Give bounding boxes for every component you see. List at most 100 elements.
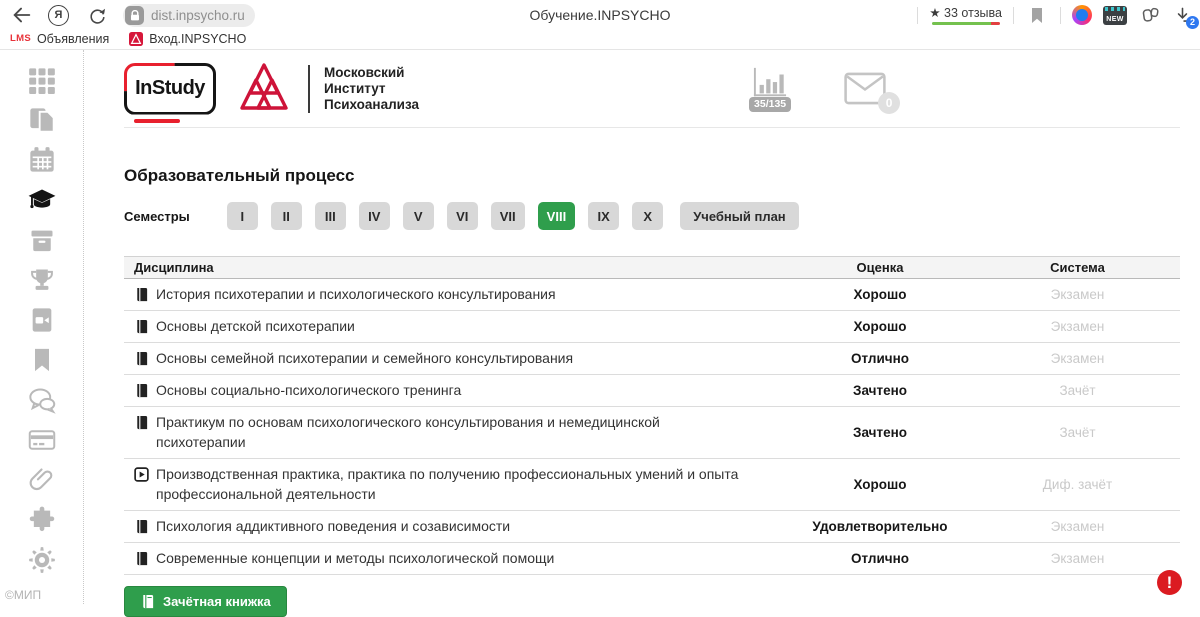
- book-icon: [140, 594, 155, 609]
- book-icon: [134, 319, 149, 334]
- new-year-extension-icon[interactable]: NEW: [1103, 6, 1127, 25]
- table-row[interactable]: Основы семейной психотерапии и семейного…: [124, 343, 1180, 375]
- table-row[interactable]: Практикум по основам психологического ко…: [124, 407, 1180, 459]
- sidebar-item-extensions[interactable]: [25, 506, 59, 534]
- divider: [917, 7, 918, 24]
- logo-underline: [134, 119, 180, 123]
- bookmark-label: Объявления: [37, 32, 109, 46]
- sidebar-item-archive[interactable]: [25, 226, 59, 254]
- grades-table: Дисциплина Оценка Система История психот…: [124, 256, 1180, 575]
- table-row[interactable]: Основы детской психотерапииХорошоЭкзамен: [124, 311, 1180, 343]
- sidebar-item-settings[interactable]: [25, 546, 59, 574]
- lms-logo-icon: LMS: [10, 33, 31, 44]
- sidebar-item-attachments[interactable]: [25, 466, 59, 494]
- grade-value: Зачтено: [785, 383, 975, 398]
- bookmark-icon: [28, 346, 56, 374]
- semester-button-VIII[interactable]: VIII: [538, 202, 576, 230]
- mip-triangle-logo: [236, 61, 292, 117]
- semester-button-X[interactable]: X: [632, 202, 663, 230]
- bookmarks-bar: LMS Объявления Вход.INPSYCHO: [0, 30, 1200, 50]
- grade-value: Отлично: [785, 551, 975, 566]
- box-icon: [28, 226, 56, 254]
- sidebar-item-messages[interactable]: [25, 386, 59, 414]
- system-value: Зачёт: [975, 383, 1180, 398]
- semester-button-I[interactable]: I: [227, 202, 258, 230]
- main-content: InStudy Московский Институт Психоанализа…: [84, 50, 1200, 604]
- discipline-name: Основы социально-психологического тренин…: [156, 380, 461, 400]
- system-value: Зачёт: [975, 425, 1180, 440]
- rating-bar: [932, 22, 1000, 26]
- back-button[interactable]: [10, 3, 34, 27]
- semester-button-V[interactable]: V: [403, 202, 434, 230]
- book-icon: [134, 287, 149, 302]
- semester-button-IX[interactable]: IX: [588, 202, 619, 230]
- column-grade: Оценка: [785, 260, 975, 275]
- url-text: dist.inpsycho.ru: [151, 8, 245, 23]
- grade-value: Хорошо: [785, 287, 975, 302]
- sidebar-item-bookmarks[interactable]: [25, 346, 59, 374]
- system-value: Экзамен: [975, 519, 1180, 534]
- curriculum-plan-button[interactable]: Учебный план: [680, 202, 798, 230]
- back-arrow-icon: [11, 4, 33, 26]
- semester-selector: Семестры IIIIIIIVVVIVIIVIIIIXX Учебный п…: [124, 202, 1180, 230]
- system-value: Экзамен: [975, 319, 1180, 334]
- downloads-button[interactable]: 2: [1173, 6, 1192, 25]
- sidebar-item-payments[interactable]: [25, 426, 59, 454]
- address-bar[interactable]: dist.inpsycho.ru: [123, 4, 255, 27]
- star-icon: ★: [929, 6, 940, 20]
- gradebook-button[interactable]: Зачётная книжка: [124, 586, 287, 617]
- progress-stats-button[interactable]: 35/135: [749, 66, 791, 112]
- grade-value: Хорошо: [785, 477, 975, 492]
- system-value: Экзамен: [975, 351, 1180, 366]
- alert-icon[interactable]: !: [1157, 570, 1182, 595]
- column-system: Система: [975, 260, 1180, 275]
- calendar-icon: [28, 146, 56, 174]
- semester-button-III[interactable]: III: [315, 202, 346, 230]
- table-row[interactable]: Основы социально-психологического тренин…: [124, 375, 1180, 407]
- book-icon: [134, 415, 149, 430]
- bookmark-item[interactable]: Вход.INPSYCHO: [129, 32, 246, 46]
- table-row[interactable]: Психология аддиктивного поведения и соза…: [124, 511, 1180, 543]
- sidebar-item-apps[interactable]: [25, 66, 59, 94]
- semester-button-VI[interactable]: VI: [447, 202, 478, 230]
- browser-toolbar: Я dist.inpsycho.ru Обучение.INPSYCHO ★ 3…: [0, 0, 1200, 30]
- download-badge: 2: [1186, 16, 1199, 29]
- instudy-logo[interactable]: InStudy: [124, 63, 216, 115]
- sidebar-item-achievements[interactable]: [25, 266, 59, 294]
- grade-value: Отлично: [785, 351, 975, 366]
- site-rating[interactable]: ★ 33 отзыва: [929, 5, 1002, 26]
- table-row[interactable]: Современные концепции и методы психологи…: [124, 543, 1180, 575]
- table-row[interactable]: История психотерапии и психологического …: [124, 279, 1180, 311]
- sidebar-item-video-lectures[interactable]: [25, 306, 59, 334]
- bookmark-item[interactable]: LMS Объявления: [10, 32, 109, 46]
- sidebar-item-education[interactable]: [25, 186, 59, 214]
- book-icon: [134, 383, 149, 398]
- table-row[interactable]: Производственная практика, практика по п…: [124, 459, 1180, 511]
- extension-icon[interactable]: [1072, 5, 1092, 25]
- tab-title: Обучение.INPSYCHO: [529, 7, 670, 23]
- grid-icon: [28, 66, 56, 94]
- progress-badge: 35/135: [749, 97, 791, 112]
- bookmark-flag-icon[interactable]: [1025, 3, 1049, 27]
- discipline-name: История психотерапии и психологического …: [156, 284, 556, 304]
- semester-button-VII[interactable]: VII: [491, 202, 525, 230]
- semester-button-II[interactable]: II: [271, 202, 302, 230]
- discipline-name: Современные концепции и методы психологи…: [156, 548, 554, 568]
- puzzle-icon: [28, 506, 56, 534]
- page-title: Образовательный процесс: [124, 166, 1180, 186]
- graduation-cap-icon: [28, 186, 56, 214]
- sidebar-item-documents[interactable]: [25, 106, 59, 134]
- system-value: Экзамен: [975, 287, 1180, 302]
- new-badge-label: NEW: [1106, 15, 1124, 25]
- refresh-button[interactable]: [85, 3, 109, 27]
- semester-button-IV[interactable]: IV: [359, 202, 390, 230]
- reviews-label: 33 отзыва: [944, 6, 1002, 20]
- collections-icon[interactable]: [1138, 3, 1162, 27]
- gear-icon: [28, 546, 56, 574]
- yandex-profile-button[interactable]: Я: [48, 5, 69, 26]
- discipline-name: Практикум по основам психологического ко…: [156, 412, 745, 452]
- semester-buttons: IIIIIIIVVVIVIIVIIIIXX: [227, 202, 663, 230]
- sidebar-item-calendar[interactable]: [25, 146, 59, 174]
- chat-icon: [28, 386, 56, 414]
- mail-button[interactable]: 0: [843, 72, 887, 105]
